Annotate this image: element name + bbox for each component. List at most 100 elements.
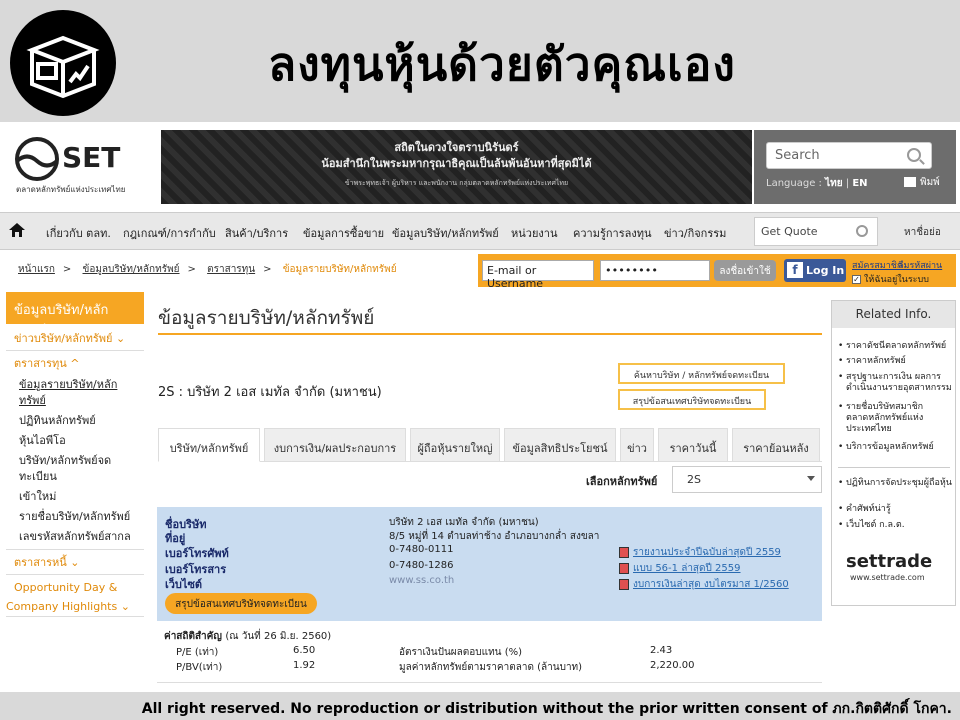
nav-item-about[interactable]: เกี่ยวกับ ตลท. [46,224,111,242]
set-wave-icon [15,137,59,181]
sidebar: ข่าวบริษัท/หลักทรัพย์ ⌄ ตราสารทุน ^ ข้อม… [6,326,144,617]
sidebar-item-listed[interactable]: บริษัท/หลักทรัพย์จดทะเบียน [6,451,144,487]
key-stats-date: (ณ วันที่ 26 มิ.ย. 2560) [225,631,332,642]
main-nav: เกี่ยวกับ ตลท. กฎเกณฑ์/การกำกับ สินค้า/บ… [0,212,960,250]
nav-item-rules[interactable]: กฎเกณฑ์/การกำกับ [123,224,216,242]
sidebar-section-debt[interactable]: ตราสารหนี้ ⌄ [6,550,144,575]
related-link-sec[interactable]: เว็บไซต์ ก.ล.ต. [838,520,956,531]
sidebar-item-ipo[interactable]: หุ้นไอพีโอ [6,431,144,451]
tab-shareholders[interactable]: ผู้ถือหุ้นรายใหญ่ [410,428,500,462]
company-summary-button[interactable]: สรุปข้อสนเทศบริษัทจดทะเบียน [165,593,317,614]
company-heading: 2S : บริษัท 2 เอส เมทัล จำกัด (มหาชน) [158,385,382,400]
related-info-title: Related Info. [832,301,955,328]
facebook-login-button[interactable]: f Log In [784,259,846,282]
nav-item-products[interactable]: สินค้า/บริการ [225,224,288,242]
page-title: ข้อมูลรายบริษัท/หลักทรัพย์ [158,307,375,329]
forgot-password-link[interactable]: ลืมรหัสผ่าน [898,258,942,272]
breadcrumb-home[interactable]: หน้าแรก [18,264,55,275]
box-chart-icon [26,35,100,99]
remember-me-checkbox[interactable]: ✓ ให้ฉันอยู่ในระบบ [852,272,929,286]
sidebar-item-company-info[interactable]: ข้อมูลรายบริษัท/หลักทรัพย์ [6,375,144,411]
checkbox-icon[interactable]: ✓ [852,275,861,284]
sidebar-title: ข้อมูลบริษัท/หลักทรัพย์ [6,292,144,339]
sidebar-item-isin[interactable]: เลขรหัสหลักทรัพย์สากล [6,527,144,550]
password-field[interactable]: •••••••• [600,260,710,281]
listed-summary-button[interactable]: สรุปข้อสนเทศบริษัทจดทะเบียน [618,389,766,410]
symbol-select[interactable]: 2S [672,466,822,493]
related-link-data-service[interactable]: บริการข้อมูลหลักทรัพย์ [838,442,956,453]
print-button[interactable]: พิมพ์ [904,175,940,190]
print-label: พิมพ์ [920,177,940,188]
dividend-yield-value: 2.43 [650,645,673,656]
pbv-value: 1.92 [293,660,316,671]
nav-item-trading-data[interactable]: ข้อมูลการซื้อขาย [303,224,384,242]
slogan-heading: ลงทุนหุ้นด้วยตัวคุณเอง [268,37,736,91]
related-link-members[interactable]: รายชื่อบริษัทสมาชิก ตลาดหลักทรัพย์แห่งปร… [838,402,956,435]
nav-item-knowledge[interactable]: ความรู้การลงทุน [573,224,652,242]
tribute-line-3: ข้าพระพุทธเจ้า ผู้บริหาร และพนักงาน กลุ่… [344,179,569,187]
pbv-label: P/BV(เท่า) [176,662,223,673]
tab-company[interactable]: บริษัท/หลักทรัพย์ [158,428,260,462]
link-form-56-1[interactable]: แบบ 56-1 ล่าสุดปี 2559 [619,561,741,576]
lang-separator: | [845,178,850,189]
language-switch: Language : ไทย | EN [766,176,868,191]
tab-news[interactable]: ข่าว [620,428,654,462]
related-link-glossary[interactable]: คำศัพท์น่ารู้ [838,504,956,515]
tab-price-history[interactable]: ราคาย้อนหลัง [732,428,820,462]
value-website[interactable]: www.ss.co.th [389,575,454,586]
login-bar: E-mail or Username •••••••• ลงชื่อเข้าใช… [478,254,956,290]
tribute-banner: สถิตในดวงใจตราบนิรันดร์ น้อมสำนึกในพระมห… [161,130,752,204]
sidebar-item-listed-new[interactable]: เข้าใหม่ [6,487,144,507]
quote-search-icon[interactable] [856,225,868,237]
sidebar-section-company-news[interactable]: ข่าวบริษัท/หลักทรัพย์ ⌄ [6,326,144,351]
sidebar-section-opportunity[interactable]: Opportunity Day & [6,575,144,597]
tab-benefits[interactable]: ข้อมูลสิทธิประโยชน์ [504,428,616,462]
document-icon [619,578,629,590]
link-annual-report[interactable]: รายงานประจำปีฉบับล่าสุดปี 2559 [619,545,781,560]
breadcrumb-company[interactable]: ข้อมูลบริษัท/หลักทรัพย์ [83,264,180,275]
value-address: 8/5 หมู่ที่ 14 ตำบลท่าช้าง อำเภอบางกล่ำ … [389,531,600,542]
lang-thai[interactable]: ไทย [825,178,842,189]
home-icon[interactable] [8,222,26,238]
copyright-notice: All right reserved. No reproduction or d… [141,701,952,717]
related-link-prices[interactable]: ราคาหลักทรัพย์ [838,356,956,367]
nav-item-company-data[interactable]: ข้อมูลบริษัท/หลักทรัพย์ [392,224,499,242]
login-button[interactable]: ลงชื่อเข้าใช้ [714,260,776,281]
tab-bar: บริษัท/หลักทรัพย์ งบการเงิน/ผลประกอบการ … [158,428,822,462]
email-field[interactable]: E-mail or Username [482,260,594,290]
sidebar-item-calendar[interactable]: ปฏิทินหลักทรัพย์ [6,411,144,431]
settrade-url: www.settrade.com [850,573,925,582]
settrade-logo[interactable]: settrade [846,551,932,572]
link-financial-statement[interactable]: งบการเงินล่าสุด งบไตรมาส 1/2560 [619,577,789,592]
facebook-icon: f [787,262,803,278]
breadcrumb: หน้าแรก > ข้อมูลบริษัท/หลักทรัพย์ > ตราสาร… [18,264,397,275]
footer-bar: All right reserved. No reproduction or d… [0,692,960,720]
breadcrumb-equity[interactable]: ตราสารทุน [207,264,255,275]
related-link-index[interactable]: ราคาดัชนีตลาดหลักทรัพย์ [838,341,956,352]
lang-en[interactable]: EN [852,178,867,189]
related-link-industry[interactable]: สรุปฐานะการเงิน ผลการดำเนินงานรายอุตสาหก… [838,372,956,394]
tab-financials[interactable]: งบการเงิน/ผลประกอบการ [264,428,406,462]
search-company-button[interactable]: ค้นหาบริษัท / หลักทรัพย์จดทะเบียน [618,363,785,384]
header-search-panel: Search Language : ไทย | EN พิมพ์ [754,130,956,204]
register-link[interactable]: สมัครสมาชิก [852,258,902,272]
breadcrumb-current: ข้อมูลรายบริษัท/หลักทรัพย์ [282,264,397,275]
set-logo-text: SET [62,141,121,174]
market-cap-label: มูลค่าหลักทรัพย์ตามราคาตลาด (ล้านบาท) [399,662,583,673]
value-fax: 0-7480-1286 [389,560,454,571]
symbol-lookup-link[interactable]: หาชื่อย่อ [904,225,941,240]
value-phone: 0-7480-0111 [389,544,454,555]
sidebar-item-company-list[interactable]: รายชื่อบริษัท/หลักทรัพย์ [6,507,144,527]
nav-item-news[interactable]: ข่าว/กิจกรรม [664,224,726,242]
set-logo-subtitle: ตลาดหลักทรัพย์แห่งประเทศไทย [16,185,126,194]
sidebar-section-equity[interactable]: ตราสารทุน ^ [6,351,144,375]
tab-price-today[interactable]: ราคาวันนี้ [658,428,728,462]
language-label: Language : [766,178,822,189]
tribute-line-2: น้อมสำนึกในพระมหากรุณาธิคุณเป็นล้นพ้นอัน… [321,157,592,170]
search-icon[interactable] [907,148,921,162]
related-link-agm-calendar[interactable]: ปฏิทินการจัดประชุมผู้ถือหุ้น [838,478,956,489]
nav-item-units[interactable]: หน่วยงาน [511,224,557,242]
document-icon [619,562,629,574]
sidebar-section-highlights[interactable]: Company Highlights ⌄ [6,597,144,617]
document-icon [619,546,629,558]
